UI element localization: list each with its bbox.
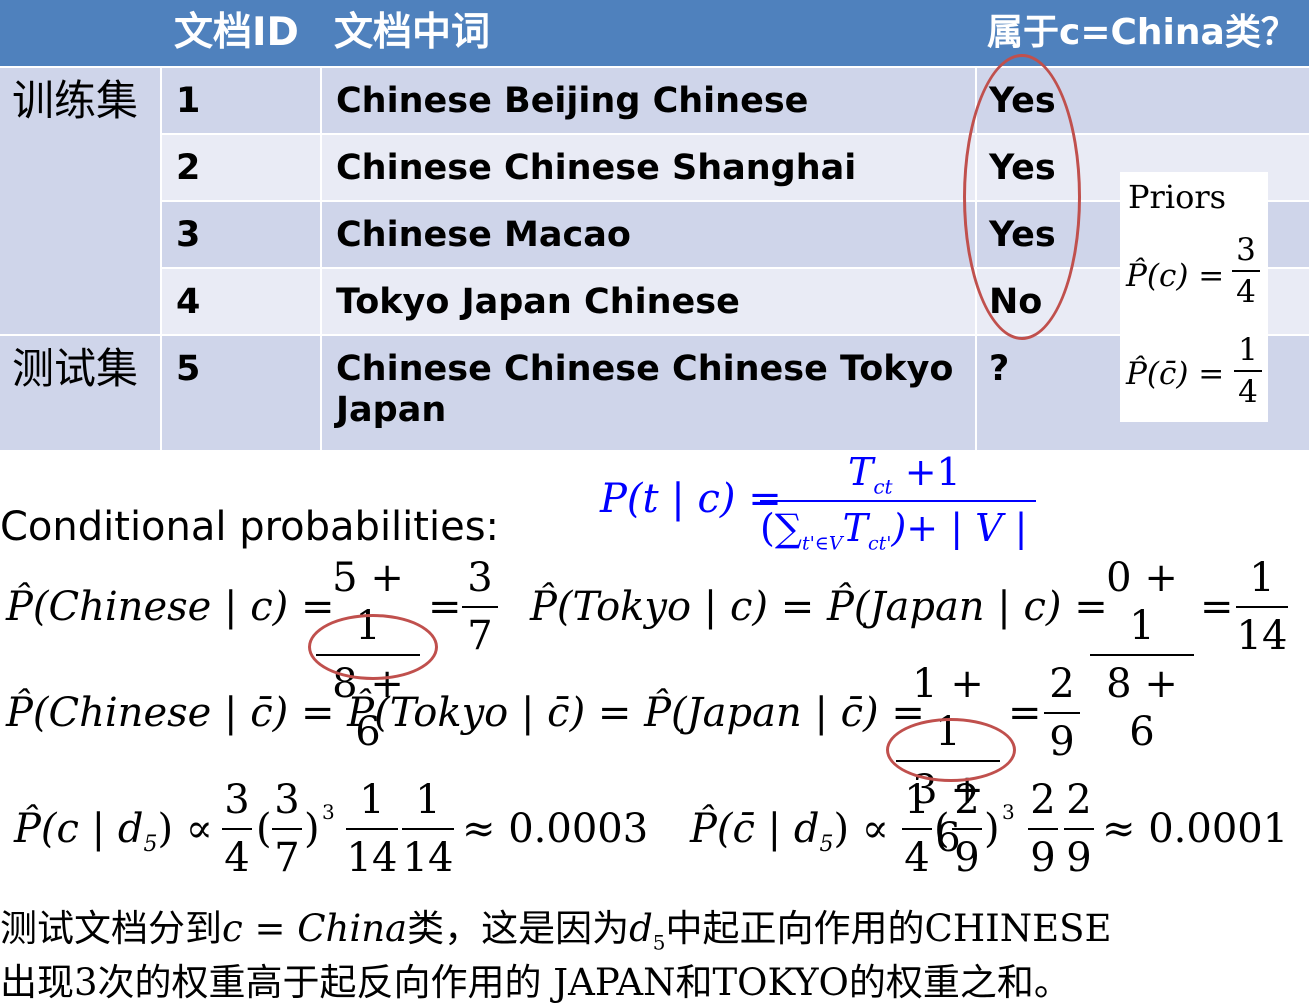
- eq2-result: 1 14: [1236, 555, 1288, 659]
- prior-cbar-num: 1: [1238, 332, 1258, 368]
- conditional-label: Conditional probabilities:: [0, 504, 500, 550]
- row-3-words: Chinese Macao: [322, 202, 975, 267]
- posterior-c-paren-close: ): [304, 806, 320, 852]
- group-test-label: 测试集: [0, 336, 160, 450]
- prior-cbar-den: 4: [1238, 374, 1258, 410]
- row-2-id: 2: [162, 135, 320, 200]
- posterior-c-lhs: P̂(c | d5) ∝: [14, 806, 213, 857]
- posterior-cbar-f1: 14: [902, 776, 932, 882]
- prior-c-num: 3: [1236, 232, 1256, 268]
- posterior-c-paren-open: (: [256, 806, 272, 852]
- conclusion-line-1: 测试文档分到c = China类，这是因为d5中起正向作用的CHINESE: [0, 907, 1112, 955]
- posterior-cbar-f4: 29: [1064, 776, 1094, 882]
- posterior-cbar-result: ≈ 0.0001: [1102, 806, 1289, 852]
- row-4-words: Tokyo Japan Chinese: [322, 269, 975, 334]
- highlight-ring-eq3-denominator: [886, 718, 1016, 782]
- posterior-c-f4: 1 14: [402, 777, 454, 881]
- eq3-equals: =: [1008, 690, 1042, 736]
- posterior-c-f2: 37: [272, 776, 302, 882]
- posterior-cbar-lhs: P̂(c̄ | d5) ∝: [690, 806, 889, 857]
- header-doc-words: 文档中词: [320, 0, 975, 66]
- posterior-cbar-f2: 29: [952, 776, 982, 882]
- row-5-words: Chinese Chinese Chinese Tokyo Japan: [322, 336, 975, 450]
- row-4-id: 4: [162, 269, 320, 334]
- header-doc-id: 文档ID: [160, 0, 320, 66]
- posterior-c-exp: 3: [322, 800, 335, 824]
- prior-c-lhs: P̂(c) =: [1126, 258, 1225, 294]
- formula-denominator: (∑t'∈VTct')+ | V |: [760, 506, 1028, 555]
- conclusion-line-2: 出现3次的权重高于起反向作用的 JAPAN和TOKYO的权重之和。: [0, 961, 1071, 1004]
- formula-bar: [760, 500, 1036, 502]
- highlight-ring-eq1-denominator: [308, 614, 438, 680]
- row-1-id: 1: [162, 68, 320, 133]
- posterior-c-result: ≈ 0.0003: [462, 806, 649, 852]
- eq3-lhs: P̂(Chinese | c̄) = P̂(Tokyo | c̄) = P̂(J…: [6, 690, 925, 736]
- eq3-result: 2 9: [1044, 660, 1080, 766]
- prior-cbar-fraction: 1 4: [1234, 332, 1262, 410]
- priors-title: Priors: [1128, 178, 1227, 216]
- eq2-lhs: P̂(Tokyo | c) = P̂(Japan | c) =: [530, 584, 1108, 630]
- posterior-cbar-paren-open: (: [934, 806, 950, 852]
- eq2-fraction: 0 + 1 8 + 6: [1090, 554, 1194, 756]
- eq1-lhs: P̂(Chinese | c) =: [6, 584, 335, 630]
- row-5-id: 5: [162, 336, 320, 450]
- formula-numerator: Tct +1: [848, 450, 961, 499]
- posterior-cbar-paren-close: ): [984, 806, 1000, 852]
- prior-c-fraction: 3 4: [1232, 232, 1260, 310]
- eq2-num: 0 + 1: [1106, 555, 1178, 649]
- posterior-cbar-f3: 29: [1028, 776, 1058, 882]
- prior-c-den: 4: [1236, 274, 1256, 310]
- header-blank: [0, 0, 160, 66]
- eq1-equals: =: [428, 584, 462, 630]
- posterior-c-f3: 1 14: [346, 777, 398, 881]
- posterior-cbar-exp: 3: [1002, 800, 1015, 824]
- row-2-words: Chinese Chinese Shanghai: [322, 135, 975, 200]
- eq2-den: 8 + 6: [1106, 661, 1178, 755]
- eq2-equals: =: [1200, 584, 1234, 630]
- eq1-result: 3 7: [462, 554, 498, 660]
- prior-cbar-lhs: P̂(c̄) =: [1126, 356, 1225, 392]
- row-1-words: Chinese Beijing Chinese: [322, 68, 975, 133]
- group-train-label: 训练集: [0, 68, 160, 334]
- highlight-ring-labels: [963, 54, 1081, 340]
- priors-box: Priors P̂(c) = 3 4 P̂(c̄) = 1 4: [1120, 172, 1268, 422]
- posterior-c-f1: 34: [222, 776, 252, 882]
- row-3-id: 3: [162, 202, 320, 267]
- formula-lhs: P(t | c) =: [600, 476, 782, 522]
